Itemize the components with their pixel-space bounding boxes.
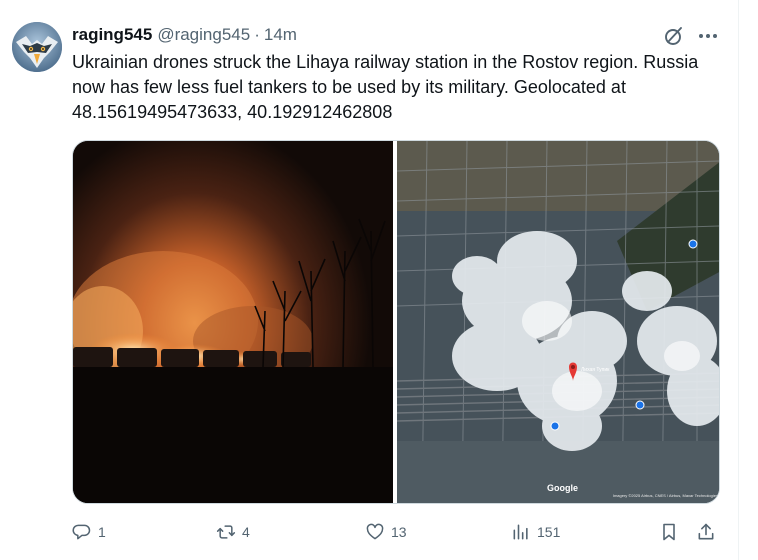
repost-count: 4 [242, 524, 250, 540]
fire-photo[interactable] [73, 141, 393, 503]
station-label: Лихая Тупик [581, 367, 610, 373]
map-attribution: Imagery ©2025 Airbus, CNES / Airbus, Max… [612, 493, 718, 498]
reply-button[interactable]: 1 [72, 518, 106, 546]
google-watermark: Google [547, 483, 578, 493]
media-grid: Лихая Тупик Google Imagery ©2025 Airbus,… [72, 140, 720, 504]
avatar[interactable] [12, 22, 62, 72]
display-name[interactable]: raging545 [72, 25, 152, 45]
views-button[interactable]: 151 [511, 518, 560, 546]
action-bar: 1 4 13 151 [72, 518, 720, 546]
repost-icon [216, 525, 236, 539]
like-button[interactable]: 13 [365, 518, 407, 546]
grok-icon[interactable] [662, 24, 686, 48]
timestamp[interactable]: 14m [264, 25, 297, 45]
more-icon[interactable] [696, 24, 720, 48]
tweet-header: raging545 @raging545 · 14m [72, 22, 297, 48]
user-handle[interactable]: @raging545 [157, 25, 250, 45]
share-icon [698, 523, 714, 540]
separator-dot: · [254, 25, 260, 44]
bookmark-button[interactable] [659, 522, 679, 542]
view-count: 151 [537, 524, 561, 540]
reply-icon [72, 524, 91, 540]
share-button[interactable] [696, 522, 716, 542]
repost-button[interactable]: 4 [216, 518, 250, 546]
views-icon [513, 524, 528, 540]
column-border [738, 0, 739, 560]
bookmark-icon [663, 523, 675, 541]
reply-count: 1 [98, 524, 106, 540]
tweet-text: Ukrainian drones struck the Lihaya railw… [72, 52, 699, 122]
tweet[interactable]: raging545 @raging545 · 14m Ukrainian dro… [0, 0, 738, 560]
heart-icon [366, 523, 384, 540]
satellite-map[interactable]: Лихая Тупик Google Imagery ©2025 Airbus,… [397, 141, 719, 503]
like-count: 13 [391, 524, 407, 540]
